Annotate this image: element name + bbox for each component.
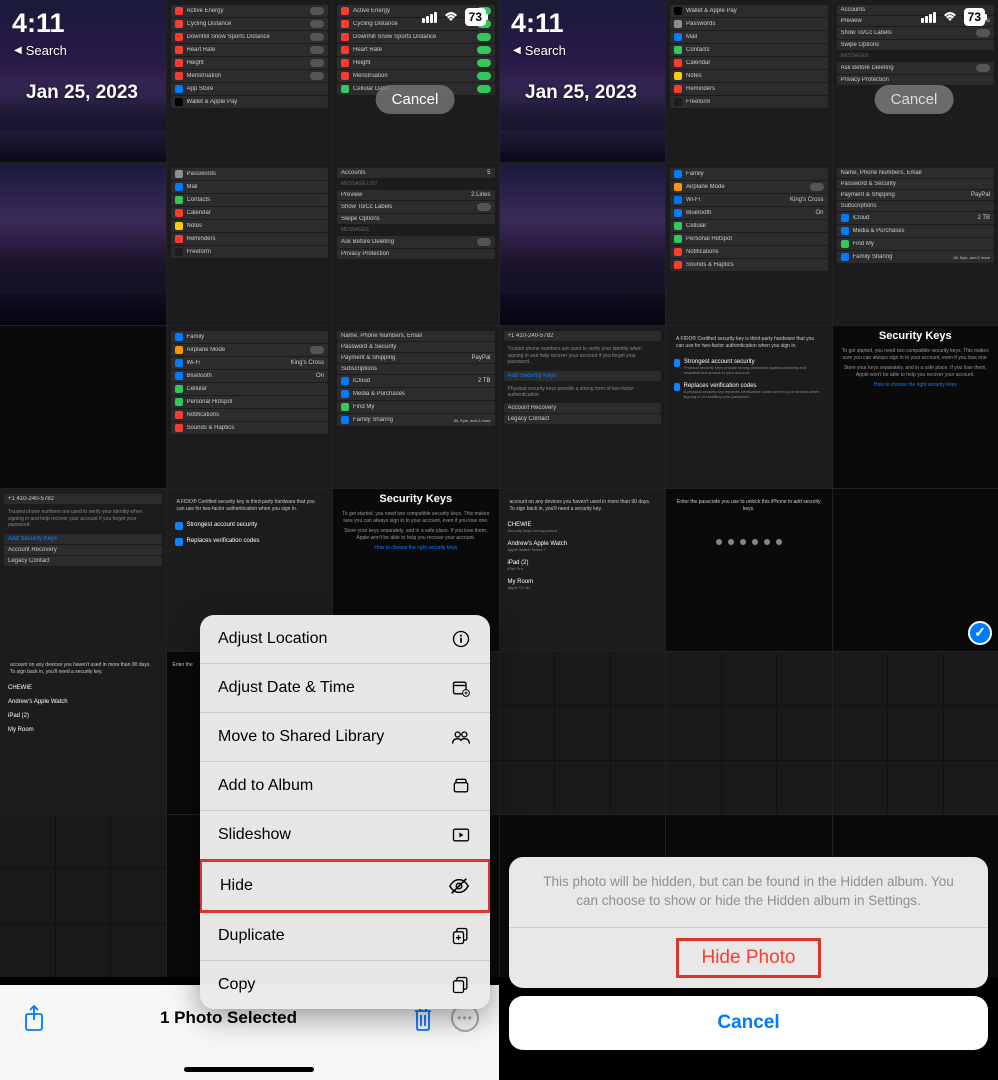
photo-tile[interactable] [500, 163, 666, 325]
album-icon [450, 775, 472, 797]
photo-tile[interactable]: +1 410-240-5782 Trusted phone numbers ar… [500, 326, 666, 488]
share-button[interactable] [20, 1004, 48, 1032]
photo-tile[interactable]: Family Airplane Mode Wi-FiKing's Cross B… [666, 163, 832, 325]
date-label: Jan 25, 2023 [26, 82, 138, 104]
cancel-pill[interactable]: Cancel [376, 85, 455, 114]
battery-indicator: 73 [964, 8, 985, 26]
selected-check-icon [968, 621, 992, 645]
menu-slideshow[interactable]: Slideshow [200, 811, 490, 860]
signal-bars-icon [921, 12, 936, 23]
hide-photo-button[interactable]: Hide Photo [509, 928, 988, 988]
menu-adjust-date-time[interactable]: Adjust Date & Time [200, 664, 490, 713]
photo-grid: Active Energy Cycling Distance Downhill … [0, 0, 998, 977]
calendar-plus-icon [450, 677, 472, 699]
photo-tile[interactable]: +1 410-240-5782 Trusted phone numbers ar… [0, 489, 166, 651]
photo-tile[interactable] [833, 489, 998, 651]
home-indicator[interactable] [683, 1067, 813, 1072]
eye-slash-icon [448, 875, 470, 897]
photo-tile[interactable]: account on any devices you haven't used … [500, 489, 666, 651]
photo-tile[interactable]: Active Energy Cycling Distance Downhill … [167, 0, 333, 162]
photo-tile[interactable]: Passwords Mail Contacts Calendar Notes R… [167, 163, 333, 325]
photo-tile[interactable] [666, 652, 832, 814]
photo-tile[interactable]: account on any devices you haven't used … [0, 652, 166, 814]
wifi-icon [443, 11, 459, 23]
play-rect-icon [450, 824, 472, 846]
action-sheet-message: This photo will be hidden, but can be fo… [509, 857, 988, 928]
menu-copy[interactable]: Copy [200, 961, 490, 1009]
context-menu: Adjust Location Adjust Date & Time Move … [200, 615, 490, 1009]
menu-hide[interactable]: Hide [200, 859, 490, 913]
back-to-search[interactable]: Search [513, 43, 566, 58]
menu-add-to-album[interactable]: Add to Album [200, 762, 490, 811]
signal-bars-icon [422, 12, 437, 23]
photo-tile[interactable]: Family Airplane Mode Wi-FiKing's Cross B… [167, 326, 333, 488]
wifi-icon [942, 11, 958, 23]
photo-tile[interactable]: Wallet & Apple Pay Passwords Mail Contac… [666, 0, 832, 162]
selection-count: 1 Photo Selected [160, 1008, 297, 1028]
cancel-pill[interactable]: Cancel [875, 85, 954, 114]
photo-tile[interactable]: Security Keys To get started, you need t… [833, 326, 998, 488]
menu-move-shared-library[interactable]: Move to Shared Library [200, 713, 490, 762]
photo-tile[interactable] [0, 326, 166, 488]
photo-tile[interactable] [833, 652, 998, 814]
people-icon [450, 726, 472, 748]
photo-tile[interactable] [500, 652, 666, 814]
copy-icon [450, 974, 472, 996]
battery-indicator: 73 [465, 8, 486, 26]
photo-tile[interactable]: A FIDO® Certified security key is third-… [666, 326, 832, 488]
action-sheet: This photo will be hidden, but can be fo… [509, 857, 988, 1050]
photo-tile[interactable]: Enter the passcode you use to unlock thi… [666, 489, 832, 651]
status-time: 4:11 [511, 8, 564, 39]
menu-duplicate[interactable]: Duplicate [200, 912, 490, 961]
date-label: Jan 25, 2023 [525, 82, 637, 104]
back-to-search[interactable]: Search [14, 43, 67, 58]
info-icon [450, 628, 472, 650]
status-time: 4:11 [12, 8, 65, 39]
action-sheet-cancel[interactable]: Cancel [509, 996, 988, 1050]
photo-tile[interactable]: Name, Phone Numbers, Email Password & Se… [833, 163, 998, 325]
photo-tile[interactable] [0, 163, 166, 325]
photo-tile[interactable]: Accounts5 MESSAGE LIST Preview2 Lines Sh… [333, 163, 499, 325]
photo-tile[interactable]: Name, Phone Numbers, Email Password & Se… [333, 326, 499, 488]
photo-tile[interactable] [0, 815, 166, 977]
menu-adjust-location[interactable]: Adjust Location [200, 615, 490, 664]
duplicate-icon [450, 925, 472, 947]
home-indicator[interactable] [184, 1067, 314, 1072]
